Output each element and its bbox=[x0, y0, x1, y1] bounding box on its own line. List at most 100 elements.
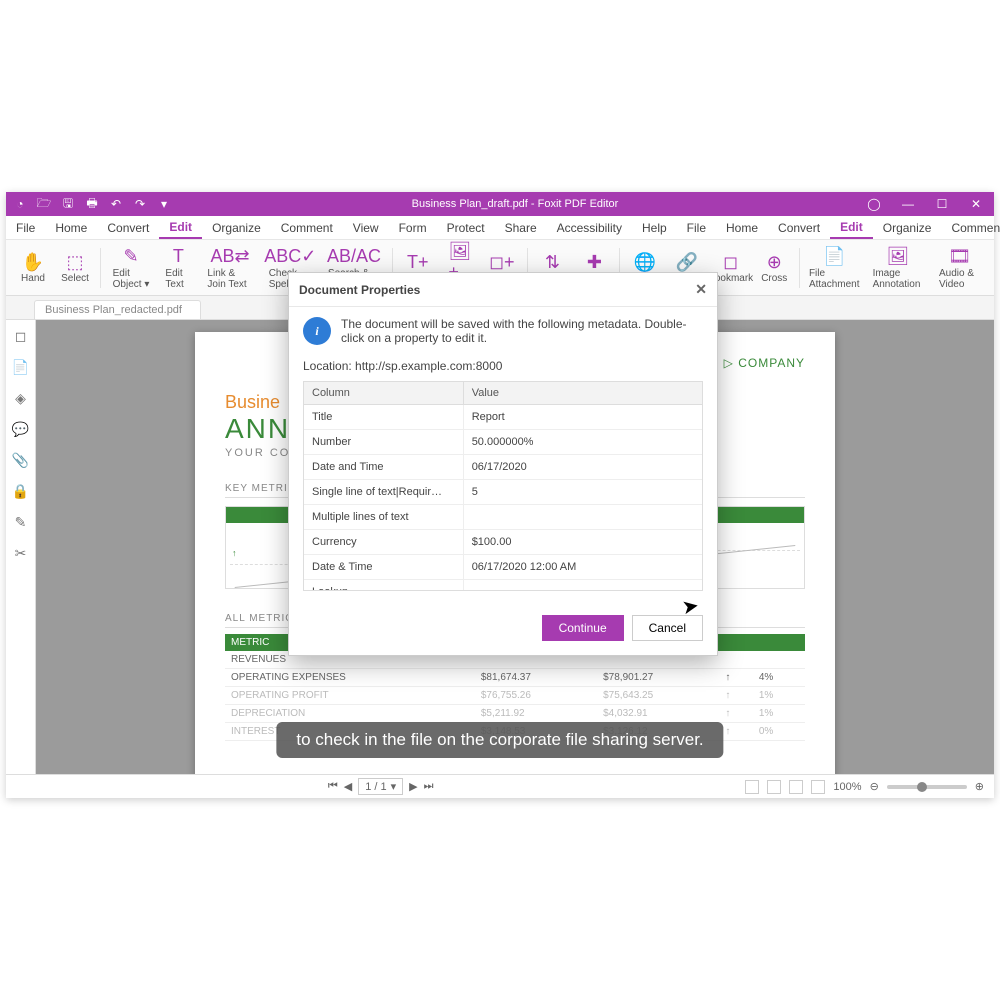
continue-button[interactable]: Continue bbox=[542, 615, 624, 641]
menu-accessibility[interactable]: Accessibility bbox=[547, 216, 632, 239]
left-panel-icon-5[interactable]: 🔒 bbox=[12, 483, 29, 500]
ribbon-audio-video[interactable]: 🎞Audio & Video bbox=[933, 244, 986, 292]
menu-organize[interactable]: Organize bbox=[873, 216, 942, 239]
ribbon-icon: 🎞 bbox=[948, 246, 970, 268]
properties-table: Column Value TitleReportNumber50.000000%… bbox=[304, 382, 702, 591]
ribbon-icon: ◻+ bbox=[491, 251, 513, 273]
app-logo-icon[interactable]: ◔ bbox=[12, 196, 28, 212]
property-row[interactable]: Date & Time06/17/2020 12:00 AM bbox=[304, 555, 702, 580]
table-row: DEPRECIATION$5,211.92$4,032.91↑1% bbox=[225, 705, 805, 723]
left-panel: ◻ 📄 ◈ 💬 📎 🔒 ✎ ✂ bbox=[6, 320, 36, 774]
property-row[interactable]: Date and Time06/17/2020 bbox=[304, 455, 702, 480]
nav-prev-icon[interactable]: ◀ bbox=[344, 780, 352, 793]
ribbon-cross[interactable]: ⊕Cross bbox=[755, 249, 793, 286]
nav-first-icon[interactable]: ⏮ bbox=[328, 780, 338, 793]
dialog-close-icon[interactable]: ✕ bbox=[695, 281, 707, 298]
left-panel-icon-4[interactable]: 📎 bbox=[12, 452, 29, 469]
menu-home[interactable]: Home bbox=[716, 216, 768, 239]
ribbon-icon: 🖼 bbox=[887, 246, 909, 268]
arrow-up-icon: ↑ bbox=[232, 548, 237, 558]
ribbon-icon: ✎ bbox=[120, 246, 142, 268]
minimize-button[interactable]: — bbox=[892, 192, 924, 216]
redo-icon[interactable]: ↷ bbox=[132, 196, 148, 212]
menu-convert[interactable]: Convert bbox=[97, 216, 159, 239]
statusbar: ⏮ ◀ 1 / 1 ▾ ▶ ⏭ 100% ⊖ ⊕ bbox=[6, 774, 994, 798]
menu-view[interactable]: View bbox=[343, 216, 389, 239]
print-icon[interactable]: 🖶 bbox=[84, 196, 100, 212]
dialog-location: Location: http://sp.example.com:8000 bbox=[303, 359, 703, 373]
account-icon[interactable]: ◯ bbox=[858, 192, 890, 216]
col-column-header: Column bbox=[304, 382, 463, 405]
dialog-title: Document Properties bbox=[299, 283, 420, 297]
left-panel-icon-0[interactable]: ◻ bbox=[15, 328, 27, 345]
left-panel-icon-7[interactable]: ✂ bbox=[15, 545, 27, 562]
view-mode-icon[interactable] bbox=[745, 780, 759, 794]
cancel-button[interactable]: Cancel bbox=[632, 615, 703, 641]
nav-last-icon[interactable]: ⏭ bbox=[424, 780, 434, 793]
ribbon-label: Edit Text bbox=[165, 268, 191, 290]
ribbon-hand[interactable]: ✋Hand bbox=[14, 249, 52, 286]
property-row[interactable]: Lookup bbox=[304, 580, 702, 592]
ribbon-label: Select bbox=[61, 273, 89, 284]
menu-edit[interactable]: Edit bbox=[159, 216, 202, 239]
ribbon-link-join-text[interactable]: AB⇄Link & Join Text bbox=[201, 244, 258, 292]
property-row[interactable]: Currency$100.00 bbox=[304, 530, 702, 555]
view-mode-icon[interactable] bbox=[767, 780, 781, 794]
ribbon-label: Cross bbox=[761, 273, 787, 284]
menu-file[interactable]: File bbox=[677, 216, 716, 239]
ribbon-edit-text[interactable]: TEdit Text bbox=[159, 244, 197, 292]
menu-organize[interactable]: Organize bbox=[202, 216, 271, 239]
menu-help[interactable]: Help bbox=[632, 216, 677, 239]
properties-table-wrap[interactable]: Column Value TitleReportNumber50.000000%… bbox=[303, 381, 703, 591]
menu-form[interactable]: Form bbox=[389, 216, 437, 239]
save-icon[interactable]: 🖫 bbox=[60, 196, 76, 212]
view-mode-icon[interactable] bbox=[811, 780, 825, 794]
zoom-in-icon[interactable]: ⊕ bbox=[975, 780, 984, 793]
menu-comment[interactable]: Comment bbox=[271, 216, 343, 239]
ribbon-image-annotation[interactable]: 🖼Image Annotation bbox=[867, 244, 929, 292]
left-panel-icon-2[interactable]: ◈ bbox=[15, 390, 26, 407]
document-tab[interactable]: Business Plan_redacted.pdf bbox=[34, 300, 201, 319]
prop-column: Date and Time bbox=[304, 455, 463, 480]
prop-column: Number bbox=[304, 430, 463, 455]
ribbon-icon: 📄 bbox=[823, 246, 845, 268]
close-button[interactable]: ✕ bbox=[960, 192, 992, 216]
prop-column: Date & Time bbox=[304, 555, 463, 580]
ribbon-select[interactable]: ⬚Select bbox=[56, 249, 94, 286]
menu-comment[interactable]: Comment bbox=[941, 216, 1000, 239]
left-panel-icon-3[interactable]: 💬 bbox=[12, 421, 29, 438]
property-row[interactable]: Single line of text|Requir…5 bbox=[304, 480, 702, 505]
menu-file[interactable]: File bbox=[6, 216, 45, 239]
info-icon: i bbox=[303, 317, 331, 345]
nav-next-icon[interactable]: ▶ bbox=[409, 780, 417, 793]
menu-protect[interactable]: Protect bbox=[437, 216, 495, 239]
prop-column: Lookup bbox=[304, 580, 463, 592]
menu-edit[interactable]: Edit bbox=[830, 216, 873, 239]
menu-share[interactable]: Share bbox=[495, 216, 547, 239]
open-icon[interactable]: 🗁 bbox=[36, 196, 52, 212]
prop-column: Single line of text|Requir… bbox=[304, 480, 463, 505]
property-row[interactable]: Multiple lines of text bbox=[304, 505, 702, 530]
maximize-button[interactable]: ☐ bbox=[926, 192, 958, 216]
menu-home[interactable]: Home bbox=[45, 216, 97, 239]
table-row: OPERATING PROFIT$76,755.26$75,643.25↑1% bbox=[225, 687, 805, 705]
prop-column: Currency bbox=[304, 530, 463, 555]
property-row[interactable]: Number50.000000% bbox=[304, 430, 702, 455]
ribbon-icon: ABC✓ bbox=[279, 246, 301, 268]
prop-column: Title bbox=[304, 405, 463, 430]
left-panel-icon-6[interactable]: ✎ bbox=[15, 514, 27, 531]
view-mode-icon[interactable] bbox=[789, 780, 803, 794]
zoom-out-icon[interactable]: ⊖ bbox=[870, 780, 879, 793]
table-row: OPERATING EXPENSES$81,674.37$78,901.27↑4… bbox=[225, 669, 805, 687]
property-row[interactable]: TitleReport bbox=[304, 405, 702, 430]
ribbon-file-attachment[interactable]: 📄File Attachment bbox=[806, 244, 863, 292]
ribbon-icon: ◻ bbox=[720, 251, 742, 273]
menu-convert[interactable]: Convert bbox=[768, 216, 830, 239]
zoom-slider[interactable] bbox=[887, 785, 967, 789]
qat-more-icon[interactable]: ▾ bbox=[156, 196, 172, 212]
ribbon-edit-object-[interactable]: ✎Edit Object ▾ bbox=[107, 244, 156, 292]
ribbon-icon: ✋ bbox=[22, 251, 44, 273]
left-panel-icon-1[interactable]: 📄 bbox=[12, 359, 29, 376]
page-input[interactable]: 1 / 1 ▾ bbox=[358, 778, 403, 795]
undo-icon[interactable]: ↶ bbox=[108, 196, 124, 212]
